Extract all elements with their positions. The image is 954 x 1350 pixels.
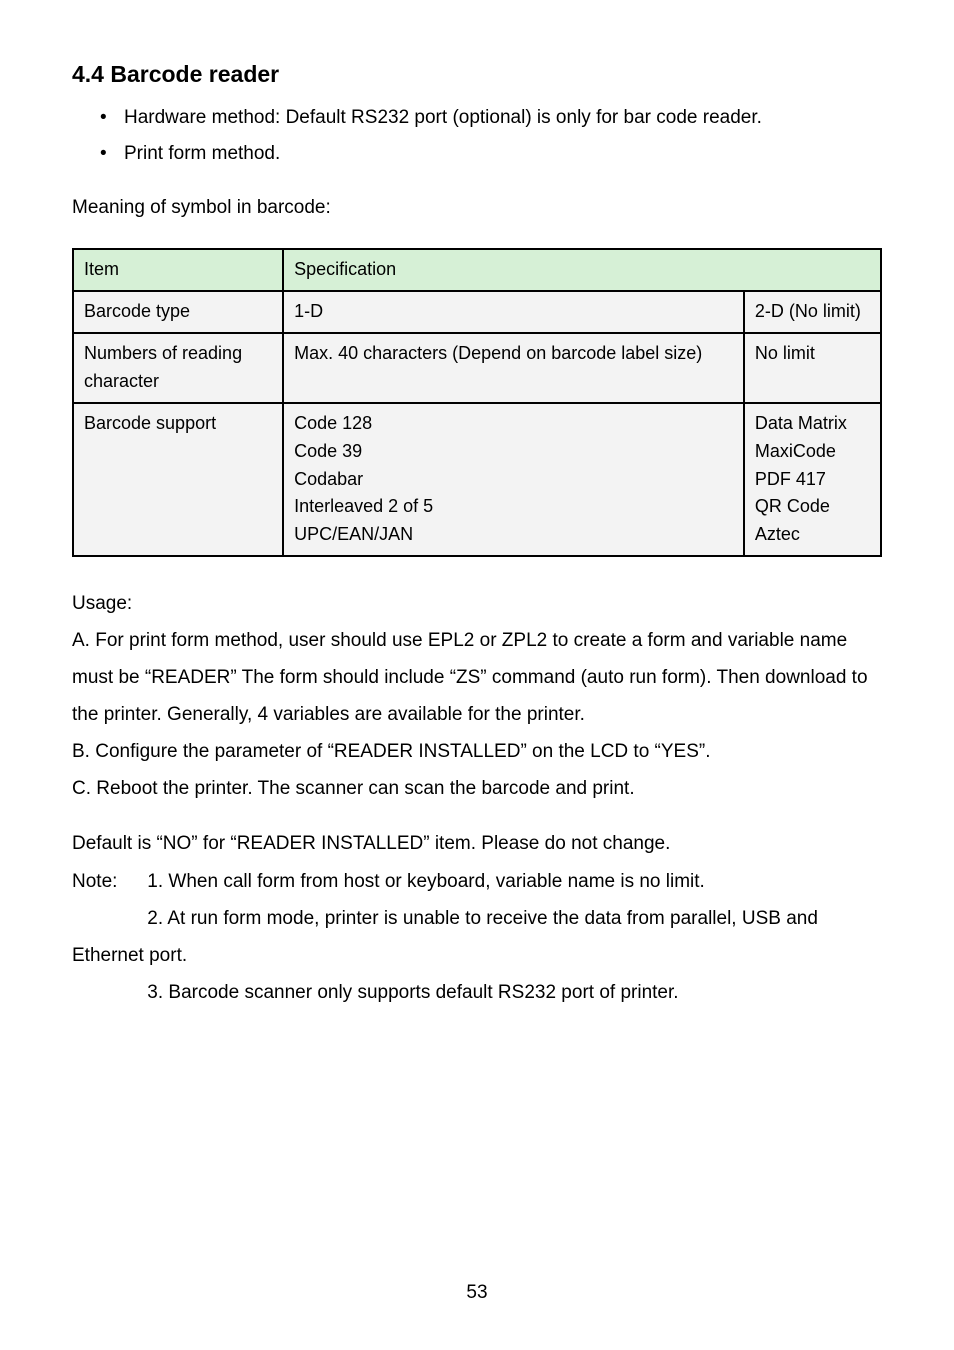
note-line: 3. Barcode scanner only supports default… <box>72 974 882 1011</box>
note-item-text: 2. At run form mode, printer is unable t… <box>72 908 818 966</box>
table-cell: Numbers of reading character <box>73 333 283 403</box>
list-item: • Hardware method: Default RS232 port (o… <box>100 100 882 136</box>
list-item-text: Print form method. <box>124 136 882 172</box>
table-cell: 2-D (No limit) <box>744 291 881 333</box>
note-pre: Default is “NO” for “READER INSTALLED” i… <box>72 825 882 862</box>
bullet-list: • Hardware method: Default RS232 port (o… <box>100 100 882 172</box>
table-cell: 1-D <box>283 291 744 333</box>
table-row: Barcode type 1-D 2-D (No limit) <box>73 291 881 333</box>
table-row: Barcode support Code 128 Code 39 Codabar… <box>73 403 881 556</box>
table-row: Numbers of reading character Max. 40 cha… <box>73 333 881 403</box>
list-item: • Print form method. <box>100 136 882 172</box>
barcode-meaning-label: Meaning of symbol in barcode: <box>72 190 882 226</box>
note-line: Note: 1. When call form from host or key… <box>72 863 882 900</box>
bullet-icon: • <box>100 136 124 172</box>
usage-title: Usage: <box>72 585 882 622</box>
table-cell: No limit <box>744 333 881 403</box>
table-header-cell: Specification <box>283 249 881 291</box>
usage-item: B. Configure the parameter of “READER IN… <box>72 733 882 770</box>
table-cell: Data Matrix MaxiCode PDF 417 QR Code Azt… <box>744 403 881 556</box>
usage-item: C. Reboot the printer. The scanner can s… <box>72 770 882 807</box>
table-cell: Max. 40 characters (Depend on barcode la… <box>283 333 744 403</box>
spec-table: Item Specification Barcode type 1-D 2-D … <box>72 248 882 557</box>
usage-item: A. For print form method, user should us… <box>72 622 882 733</box>
table-cell: Barcode support <box>73 403 283 556</box>
bullet-icon: • <box>100 100 124 136</box>
table-header-row: Item Specification <box>73 249 881 291</box>
note-item-text: 3. Barcode scanner only supports default… <box>147 982 678 1003</box>
page-number: 53 <box>0 1282 954 1304</box>
table-cell: Code 128 Code 39 Codabar Interleaved 2 o… <box>283 403 744 556</box>
section-heading: 4.4 Barcode reader <box>72 60 882 90</box>
table-header-cell: Item <box>73 249 283 291</box>
note-item-text: 1. When call form from host or keyboard,… <box>147 871 705 892</box>
note-label: Note: <box>72 863 142 900</box>
table-cell: Barcode type <box>73 291 283 333</box>
list-item-text: Hardware method: Default RS232 port (opt… <box>124 100 882 136</box>
note-line: 2. At run form mode, printer is unable t… <box>72 900 882 974</box>
